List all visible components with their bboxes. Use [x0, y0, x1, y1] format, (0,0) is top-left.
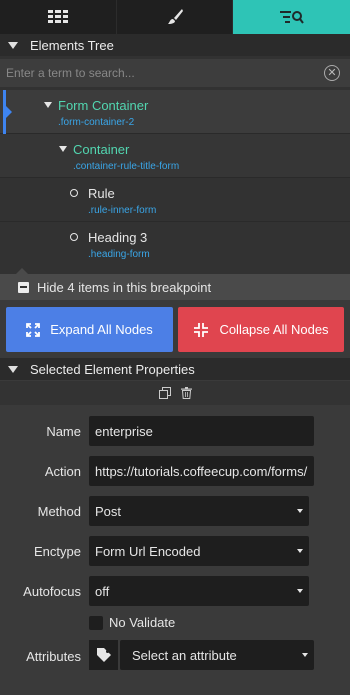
action-label: Action: [44, 464, 81, 479]
method-value: Post: [95, 503, 122, 519]
grid-tab[interactable]: [0, 0, 117, 34]
expand-caret-icon[interactable]: [44, 102, 52, 108]
attribute-placeholder: Select an attribute: [132, 647, 237, 663]
elements-tree-title: Elements Tree: [30, 37, 114, 53]
expand-all-label: Expand All Nodes: [50, 322, 153, 337]
node-class: .rule-inner-form: [88, 205, 157, 216]
properties-header[interactable]: Selected Element Properties: [0, 358, 350, 380]
autofocus-value: off: [95, 583, 110, 599]
autofocus-label: Autofocus: [23, 584, 81, 599]
grid-icon: [48, 10, 68, 23]
style-tab[interactable]: [117, 0, 233, 34]
name-value: enterprise: [95, 423, 153, 439]
tree-search-icon: [279, 11, 304, 24]
node-class: .heading-form: [88, 249, 150, 260]
collapse-all-button[interactable]: Collapse All Nodes: [178, 307, 344, 352]
attribute-tag-button[interactable]: [89, 640, 119, 670]
leaf-dot-icon: [70, 233, 78, 241]
tag-icon: [96, 648, 111, 662]
duplicate-icon[interactable]: [158, 387, 171, 399]
node-title: Form Container: [58, 98, 149, 113]
collapse-arrows-icon: [194, 322, 209, 337]
enctype-select[interactable]: Form Url Encoded: [89, 536, 309, 566]
no-validate-checkbox[interactable]: [89, 615, 103, 630]
brush-icon: [167, 9, 183, 24]
tree-node-heading-3[interactable]: Heading 3 .heading-form: [0, 222, 350, 266]
hide-items-label: Hide 4 items in this breakpoint: [37, 279, 212, 295]
tree-node-container[interactable]: Container .container-rule-title-form: [0, 134, 350, 178]
dropdown-arrow-icon: [297, 549, 303, 553]
enctype-value: Form Url Encoded: [95, 543, 201, 559]
leaf-dot-icon: [70, 189, 78, 197]
node-class: .container-rule-title-form: [73, 161, 180, 172]
collapse-all-label: Collapse All Nodes: [219, 322, 329, 337]
tree-node-form-container[interactable]: Form Container .form-container-2: [0, 90, 350, 134]
name-field[interactable]: enterprise: [89, 416, 314, 446]
hide-items-toggle[interactable]: Hide 4 items in this breakpoint: [0, 274, 350, 300]
enctype-label: Enctype: [34, 544, 81, 559]
no-validate-label: No Validate: [109, 615, 176, 630]
node-title: Container: [73, 142, 130, 157]
expand-all-button[interactable]: Expand All Nodes: [6, 307, 173, 352]
top-toolbar: [0, 0, 350, 34]
trash-icon[interactable]: [180, 387, 192, 399]
tree-node-rule[interactable]: Rule .rule-inner-form: [0, 178, 350, 222]
action-value: https://tutorials.coffeecup.com/forms/: [95, 463, 308, 479]
method-label: Method: [37, 504, 81, 519]
dropdown-arrow-icon: [297, 589, 303, 593]
attribute-select[interactable]: Select an attribute: [120, 640, 314, 670]
tree-search-input[interactable]: [6, 66, 306, 80]
node-class: .form-container-2: [58, 117, 135, 128]
name-label: Name: [46, 424, 81, 439]
elements-tree-tab[interactable]: [233, 0, 350, 34]
action-field[interactable]: https://tutorials.coffeecup.com/forms/: [89, 456, 314, 486]
node-title: Rule: [88, 186, 115, 201]
clear-search-icon[interactable]: ✕: [324, 65, 340, 81]
attributes-label: Attributes: [26, 649, 81, 664]
minus-box-icon: [18, 281, 29, 293]
tree-search: ✕: [0, 59, 350, 87]
properties-tools: [0, 381, 350, 405]
dropdown-arrow-icon: [302, 653, 308, 657]
selection-notch: [6, 106, 12, 118]
expand-arrows-icon: [26, 322, 41, 337]
collapse-triangle-icon: [8, 41, 18, 49]
collapse-triangle-icon: [8, 365, 18, 373]
properties-title: Selected Element Properties: [30, 361, 195, 377]
dropdown-arrow-icon: [297, 509, 303, 513]
node-title: Heading 3: [88, 230, 148, 245]
expand-caret-icon[interactable]: [59, 146, 67, 152]
elements-tree-header[interactable]: Elements Tree: [0, 34, 350, 56]
autofocus-select[interactable]: off: [89, 576, 309, 606]
method-select[interactable]: Post: [89, 496, 309, 526]
tree-actions: Expand All Nodes Collapse All Nodes: [0, 300, 350, 358]
no-validate-option: No Validate: [89, 615, 175, 630]
